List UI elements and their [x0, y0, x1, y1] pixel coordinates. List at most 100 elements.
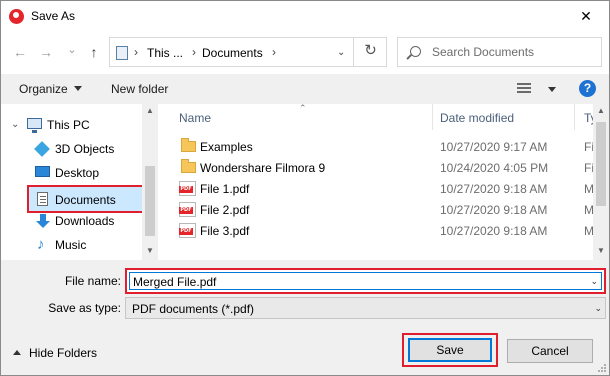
save-as-type-select[interactable]: PDF documents (*.pdf) ⌄	[125, 297, 606, 319]
sidebar-item-label: Documents	[55, 193, 116, 207]
filename-highlight: ⌄	[125, 268, 606, 294]
file-date: 10/27/2020 9:17 AM	[440, 140, 548, 154]
cancel-button[interactable]: Cancel	[507, 339, 593, 363]
command-toolbar: Organize New folder ?	[1, 74, 609, 104]
savetype-value: PDF documents (*.pdf)	[132, 302, 255, 316]
column-header-label: Name	[179, 111, 212, 125]
column-header-name[interactable]: Name	[159, 104, 432, 130]
folder-icon	[181, 159, 196, 173]
pdf-file-icon: PDF	[179, 181, 196, 196]
list-item[interactable]: PDF File 3.pdf 10/27/2020 9:18 AM M	[159, 220, 594, 241]
column-header-label: Ty	[584, 111, 593, 125]
file-date: 10/27/2020 9:18 AM	[440, 203, 548, 217]
back-icon[interactable]: ←	[11, 43, 29, 61]
column-header-label: Date modified	[440, 111, 515, 125]
new-folder-button[interactable]: New folder	[111, 82, 168, 96]
chevron-down-icon	[73, 86, 82, 91]
column-header-type[interactable]: Ty	[575, 104, 593, 130]
music-icon: ♪	[37, 236, 45, 253]
navpane-scrollbar[interactable]: ▲ ▼	[142, 104, 158, 260]
list-item[interactable]: Wondershare Filmora 9 10/24/2020 4:05 PM…	[159, 157, 594, 178]
view-options-icon[interactable]	[517, 83, 531, 95]
address-bar[interactable]: › This ... › Documents › ⌄	[109, 37, 387, 67]
chevron-down-icon[interactable]: ⌄	[594, 303, 602, 314]
close-button[interactable]: ✕	[563, 1, 609, 32]
sidebar-item-desktop[interactable]: Desktop	[1, 162, 144, 184]
sidebar-item-label: 3D Objects	[55, 142, 115, 156]
resize-grip-icon[interactable]	[597, 363, 607, 373]
view-dropdown-chevron-icon[interactable]	[548, 87, 556, 92]
scroll-down-icon[interactable]: ▼	[593, 246, 609, 255]
savetype-label: Save as type:	[48, 301, 121, 315]
sidebar-item-documents[interactable]: Documents	[27, 185, 144, 213]
file-name: Wondershare Filmora 9	[200, 161, 326, 175]
sidebar-item-label: Music	[55, 238, 87, 252]
breadcrumb-separator-icon: ›	[192, 45, 196, 59]
this-pc-small-icon	[116, 46, 128, 60]
breadcrumb-separator-icon: ›	[272, 45, 276, 59]
breadcrumb-documents[interactable]: Documents	[202, 46, 263, 60]
sidebar-item-this-pc[interactable]: ⌄ This PC	[1, 114, 144, 136]
list-item[interactable]: PDF File 1.pdf 10/27/2020 9:18 AM M	[159, 178, 594, 199]
recent-locations-dropdown-icon[interactable]: ⌄	[63, 41, 81, 59]
file-date: 10/24/2020 4:05 PM	[440, 161, 549, 175]
folder-icon	[181, 138, 196, 152]
breadcrumb-this-pc[interactable]: This ...	[147, 46, 183, 60]
filelist-scrollbar[interactable]: ▲ ▼	[593, 104, 609, 260]
desktop-icon	[35, 166, 50, 177]
window-title: Save As	[31, 9, 76, 23]
file-list: ⌃ Name Date modified Ty Examples 10/27/2…	[159, 103, 609, 260]
chevron-up-icon	[13, 350, 21, 355]
search-icon	[410, 46, 421, 57]
filename-input[interactable]	[133, 275, 573, 289]
filename-field[interactable]: ⌄	[129, 272, 602, 290]
sidebar-item-music[interactable]: ♪ Music	[1, 234, 144, 256]
column-header-date[interactable]: Date modified	[433, 104, 573, 130]
file-name: File 1.pdf	[200, 182, 250, 196]
navigation-pane: ⌄ This PC 3D Objects Desktop Documents D…	[1, 104, 158, 260]
organize-label: Organize	[19, 82, 68, 96]
pdf-file-icon: PDF	[179, 223, 196, 238]
scrollbar-thumb[interactable]	[145, 166, 155, 236]
breadcrumb-separator-icon: ›	[134, 45, 138, 59]
up-folder-icon[interactable]: ↑	[85, 43, 103, 61]
filename-label: File name:	[64, 274, 121, 288]
app-logo-icon	[9, 9, 24, 24]
chevron-down-icon[interactable]: ⌄	[590, 276, 598, 287]
help-icon[interactable]: ?	[579, 80, 596, 97]
3d-objects-icon	[34, 141, 50, 157]
list-item[interactable]: Examples 10/27/2020 9:17 AM Fi	[159, 136, 594, 157]
file-name: File 3.pdf	[200, 224, 250, 238]
scrollbar-thumb[interactable]	[596, 122, 606, 206]
sidebar-item-label: Desktop	[55, 166, 100, 180]
forward-icon[interactable]: →	[37, 43, 55, 61]
scroll-down-icon[interactable]: ▼	[142, 246, 158, 255]
documents-icon	[37, 192, 48, 206]
save-as-dialog: Save As ✕ ← → ⌄ ↑ › This ... › Documents…	[0, 0, 610, 376]
file-date: 10/27/2020 9:18 AM	[440, 182, 548, 196]
search-input[interactable]	[432, 42, 597, 62]
refresh-icon[interactable]: ↻	[353, 37, 387, 67]
save-button[interactable]: Save	[408, 338, 492, 362]
sidebar-item-downloads[interactable]: Downloads	[1, 210, 144, 232]
save-form-panel: File name: ⌄ Save as type: PDF documents…	[1, 260, 609, 375]
title-bar: Save As ✕	[1, 1, 609, 32]
address-dropdown-icon[interactable]: ⌄	[337, 47, 345, 58]
navigation-bar: ← → ⌄ ↑ › This ... › Documents › ⌄ ↻	[1, 33, 609, 71]
sidebar-item-3d-objects[interactable]: 3D Objects	[1, 138, 144, 160]
file-name: Examples	[200, 140, 253, 154]
scroll-up-icon[interactable]: ▲	[593, 106, 609, 115]
pc-icon	[27, 118, 42, 133]
file-name: File 2.pdf	[200, 203, 250, 217]
save-button-highlight: Save	[402, 333, 498, 367]
pdf-file-icon: PDF	[179, 202, 196, 217]
list-item[interactable]: PDF File 2.pdf 10/27/2020 9:18 AM M	[159, 199, 594, 220]
chevron-down-icon[interactable]: ⌄	[11, 119, 19, 130]
sidebar-item-label: This PC	[47, 118, 90, 132]
organize-button[interactable]: Organize	[19, 82, 82, 96]
scroll-up-icon[interactable]: ▲	[142, 106, 158, 115]
downloads-icon	[36, 214, 50, 228]
search-box[interactable]	[397, 37, 602, 67]
hide-folders-button[interactable]: Hide Folders	[13, 346, 97, 360]
sidebar-item-label: Downloads	[55, 214, 115, 228]
